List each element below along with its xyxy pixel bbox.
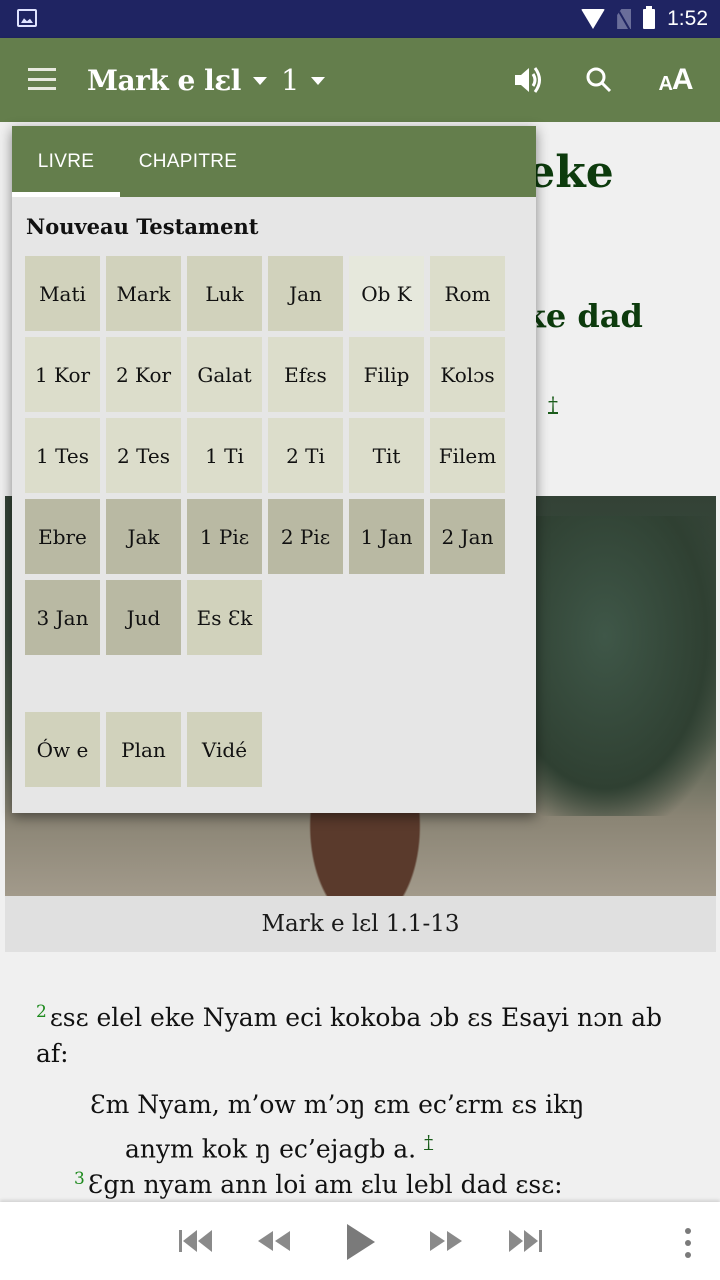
book-grid: Mati Mark Luk Jan Ob K Rom 1 Kor 2 Kor Galat Efɛs… — [25, 256, 525, 655]
book-button[interactable]: Galat — [187, 337, 262, 412]
book-button[interactable]: 2 Kor — [106, 337, 181, 412]
chevron-down-icon — [311, 77, 326, 85]
book-button[interactable]: Filip — [349, 337, 424, 412]
text-size-icon: A — [658, 72, 673, 95]
audio-button[interactable] — [508, 60, 548, 100]
speaker-icon — [515, 67, 541, 93]
chapter-selector[interactable]: 1 — [281, 60, 326, 100]
image-foliage — [525, 516, 716, 816]
book-button[interactable]: Efɛs — [268, 337, 343, 412]
tab-indicator — [12, 192, 120, 197]
battery-icon — [643, 6, 656, 29]
book-picker-popup: LIVRE CHAPITRE Nouveau Testament Mati Mar… — [12, 126, 536, 813]
testament-heading: Nouveau Testament — [26, 214, 259, 239]
audio-player-bar — [0, 1202, 720, 1280]
text-size-button[interactable]: AA — [656, 60, 696, 100]
footnote-link[interactable]: † — [424, 1132, 433, 1153]
book-button[interactable]: Jak — [106, 499, 181, 574]
extra-button[interactable]: Plan — [106, 712, 181, 787]
chapter-number: 1 — [281, 63, 300, 97]
status-bar: 1:52 — [0, 0, 720, 38]
verse-number: 2 — [36, 1001, 47, 1022]
search-icon — [586, 67, 612, 93]
verse-3: 3 Ɛgn nyam ann loi am ɛlu lebl dad ɛsɛ: — [74, 1170, 563, 1199]
book-button[interactable]: Ob K — [349, 256, 424, 331]
menu-icon[interactable] — [28, 68, 56, 90]
more-options-icon[interactable] — [682, 1228, 694, 1258]
book-button[interactable]: Filem — [430, 418, 505, 493]
tab-livre[interactable]: LIVRE — [12, 126, 120, 197]
play-icon — [347, 1224, 375, 1260]
book-name: Mark e lɛl — [87, 63, 241, 97]
text-size-icon-large: A — [671, 63, 694, 96]
verse-2: 2 ɛsɛ elel eke Nyam eci kokoba ɔb ɛs Esay… — [36, 1000, 686, 1072]
tab-chapitre[interactable]: CHAPITRE — [120, 126, 256, 197]
book-button[interactable]: Rom — [430, 256, 505, 331]
book-button[interactable]: 1 Piɛ — [187, 499, 262, 574]
book-button[interactable]: Tit — [349, 418, 424, 493]
book-button[interactable]: Jan — [268, 256, 343, 331]
poetry-text: anym kok ŋ ec’ejagb a. — [125, 1134, 417, 1164]
poetry-line: anym kok ŋ ec’ejagb a. † — [125, 1132, 433, 1163]
footnote-link[interactable]: † — [548, 392, 558, 416]
extra-button[interactable]: Ów e — [25, 712, 100, 787]
image-caption: Mark e lɛl 1.1-13 — [5, 896, 716, 952]
book-button[interactable]: Es Ɛk — [187, 580, 262, 655]
verse-number: 3 — [74, 1168, 85, 1189]
book-button[interactable]: Mati — [25, 256, 100, 331]
search-button[interactable] — [579, 60, 619, 100]
no-sim-icon — [617, 9, 632, 29]
book-button[interactable]: Jud — [106, 580, 181, 655]
picker-tabs: LIVRE CHAPITRE — [12, 126, 536, 197]
app-bar: Mark e lɛl 1 AA — [0, 38, 720, 122]
status-time: 1:52 — [667, 7, 708, 30]
rewind-button[interactable] — [254, 1224, 294, 1258]
skip-previous-icon — [179, 1230, 212, 1252]
book-button[interactable]: 3 Jan — [25, 580, 100, 655]
extra-button[interactable]: Vidé — [187, 712, 262, 787]
book-button[interactable]: 2 Tes — [106, 418, 181, 493]
book-button[interactable]: Ebre — [25, 499, 100, 574]
fast-forward-button[interactable] — [426, 1224, 466, 1258]
book-button[interactable]: 1 Tes — [25, 418, 100, 493]
book-button[interactable]: Mark — [106, 256, 181, 331]
book-button[interactable]: 1 Kor — [25, 337, 100, 412]
chevron-down-icon — [252, 77, 267, 85]
skip-previous-button[interactable] — [176, 1224, 216, 1258]
play-button[interactable] — [342, 1220, 378, 1264]
image-notification-icon — [17, 9, 37, 27]
book-button[interactable]: Kolɔs — [430, 337, 505, 412]
book-button[interactable]: Luk — [187, 256, 262, 331]
rewind-icon — [258, 1231, 290, 1251]
poetry-line: Ɛm Nyam, m’ow m’ɔŋ ɛm ec’ɛrm ɛs ikŋ — [90, 1090, 585, 1119]
book-button[interactable]: 1 Ti — [187, 418, 262, 493]
fast-forward-icon — [430, 1231, 462, 1251]
book-button[interactable]: 2 Ti — [268, 418, 343, 493]
skip-next-button[interactable] — [505, 1224, 545, 1258]
book-selector[interactable]: Mark e lɛl — [87, 60, 267, 100]
book-button[interactable]: 1 Jan — [349, 499, 424, 574]
wifi-icon — [581, 9, 606, 29]
verse-text: ɛsɛ elel eke Nyam eci kokoba ɔb ɛs Esayi… — [36, 1003, 663, 1068]
book-button[interactable]: 2 Jan — [430, 499, 505, 574]
book-button[interactable]: 2 Piɛ — [268, 499, 343, 574]
status-icons: 1:52 — [581, 0, 708, 38]
skip-next-icon — [509, 1230, 542, 1252]
verse-text: Ɛgn nyam ann loi am ɛlu lebl dad ɛsɛ: — [87, 1170, 563, 1199]
extras-grid: Ów e Plan Vidé — [25, 712, 262, 787]
